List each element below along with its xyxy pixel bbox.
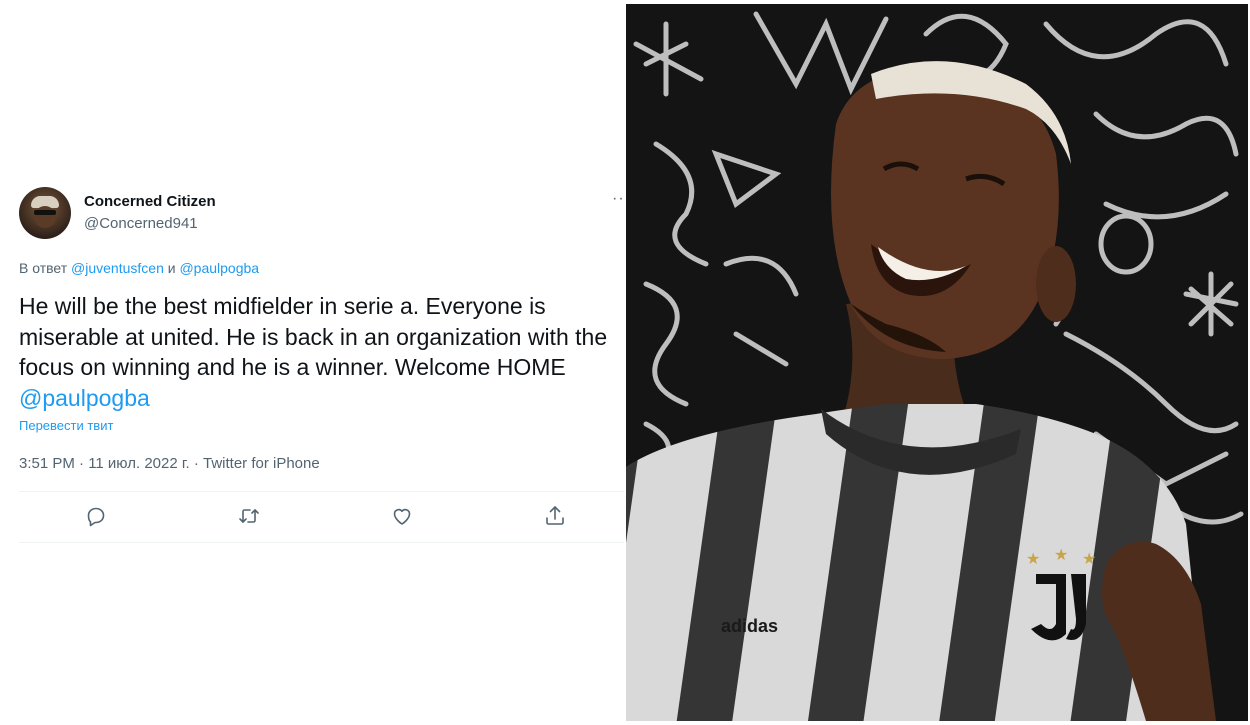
- author-avatar[interactable]: [19, 187, 71, 239]
- svg-text:★: ★: [1054, 547, 1068, 564]
- more-options-button[interactable]: ··: [612, 190, 625, 208]
- comment-icon: [87, 507, 105, 527]
- reply-mention-juventus[interactable]: @juventusfcen: [71, 260, 164, 276]
- divider-bottom: [19, 542, 624, 543]
- tweet-text: He will be the best midfielder in serie …: [19, 291, 624, 413]
- share-button[interactable]: [543, 504, 569, 530]
- translate-tweet-link[interactable]: Перевести твит: [19, 418, 113, 433]
- tweet-body-mention[interactable]: @paulpogba: [19, 385, 150, 411]
- svg-text:★: ★: [1082, 551, 1096, 568]
- author-handle[interactable]: @Concerned941: [84, 215, 198, 232]
- divider-top: [19, 491, 624, 492]
- tweet-timestamp-source[interactable]: 3:51 PM · 11 июл. 2022 г. · Twitter for …: [19, 455, 320, 472]
- avatar-glasses-shape: [34, 210, 56, 215]
- player-photo: adidas ★ ★ ★: [626, 4, 1248, 721]
- retweet-button[interactable]: [237, 504, 263, 530]
- reply-button[interactable]: [84, 504, 110, 530]
- tweet-body-text: He will be the best midfielder in serie …: [19, 293, 608, 380]
- retweet-icon: [239, 509, 259, 523]
- photo-illustration: adidas ★ ★ ★: [626, 11, 1244, 721]
- tweet-card: Concerned Citizen @Concerned941 ·· В отв…: [0, 0, 626, 725]
- reply-mention-pogba[interactable]: @paulpogba: [179, 260, 259, 276]
- reply-context: В ответ @juventusfcen и @paulpogba: [19, 260, 259, 276]
- like-button[interactable]: [390, 504, 416, 530]
- share-icon: [546, 506, 564, 525]
- player-head: [831, 61, 1076, 359]
- heart-icon: [393, 508, 411, 525]
- author-name[interactable]: Concerned Citizen: [84, 193, 216, 210]
- reply-prefix: В ответ: [19, 260, 68, 276]
- reply-joiner: и: [167, 260, 176, 276]
- svg-text:★: ★: [1026, 551, 1040, 568]
- tweet-actions-bar: [19, 493, 624, 542]
- shirt-brand-text: adidas: [721, 616, 778, 636]
